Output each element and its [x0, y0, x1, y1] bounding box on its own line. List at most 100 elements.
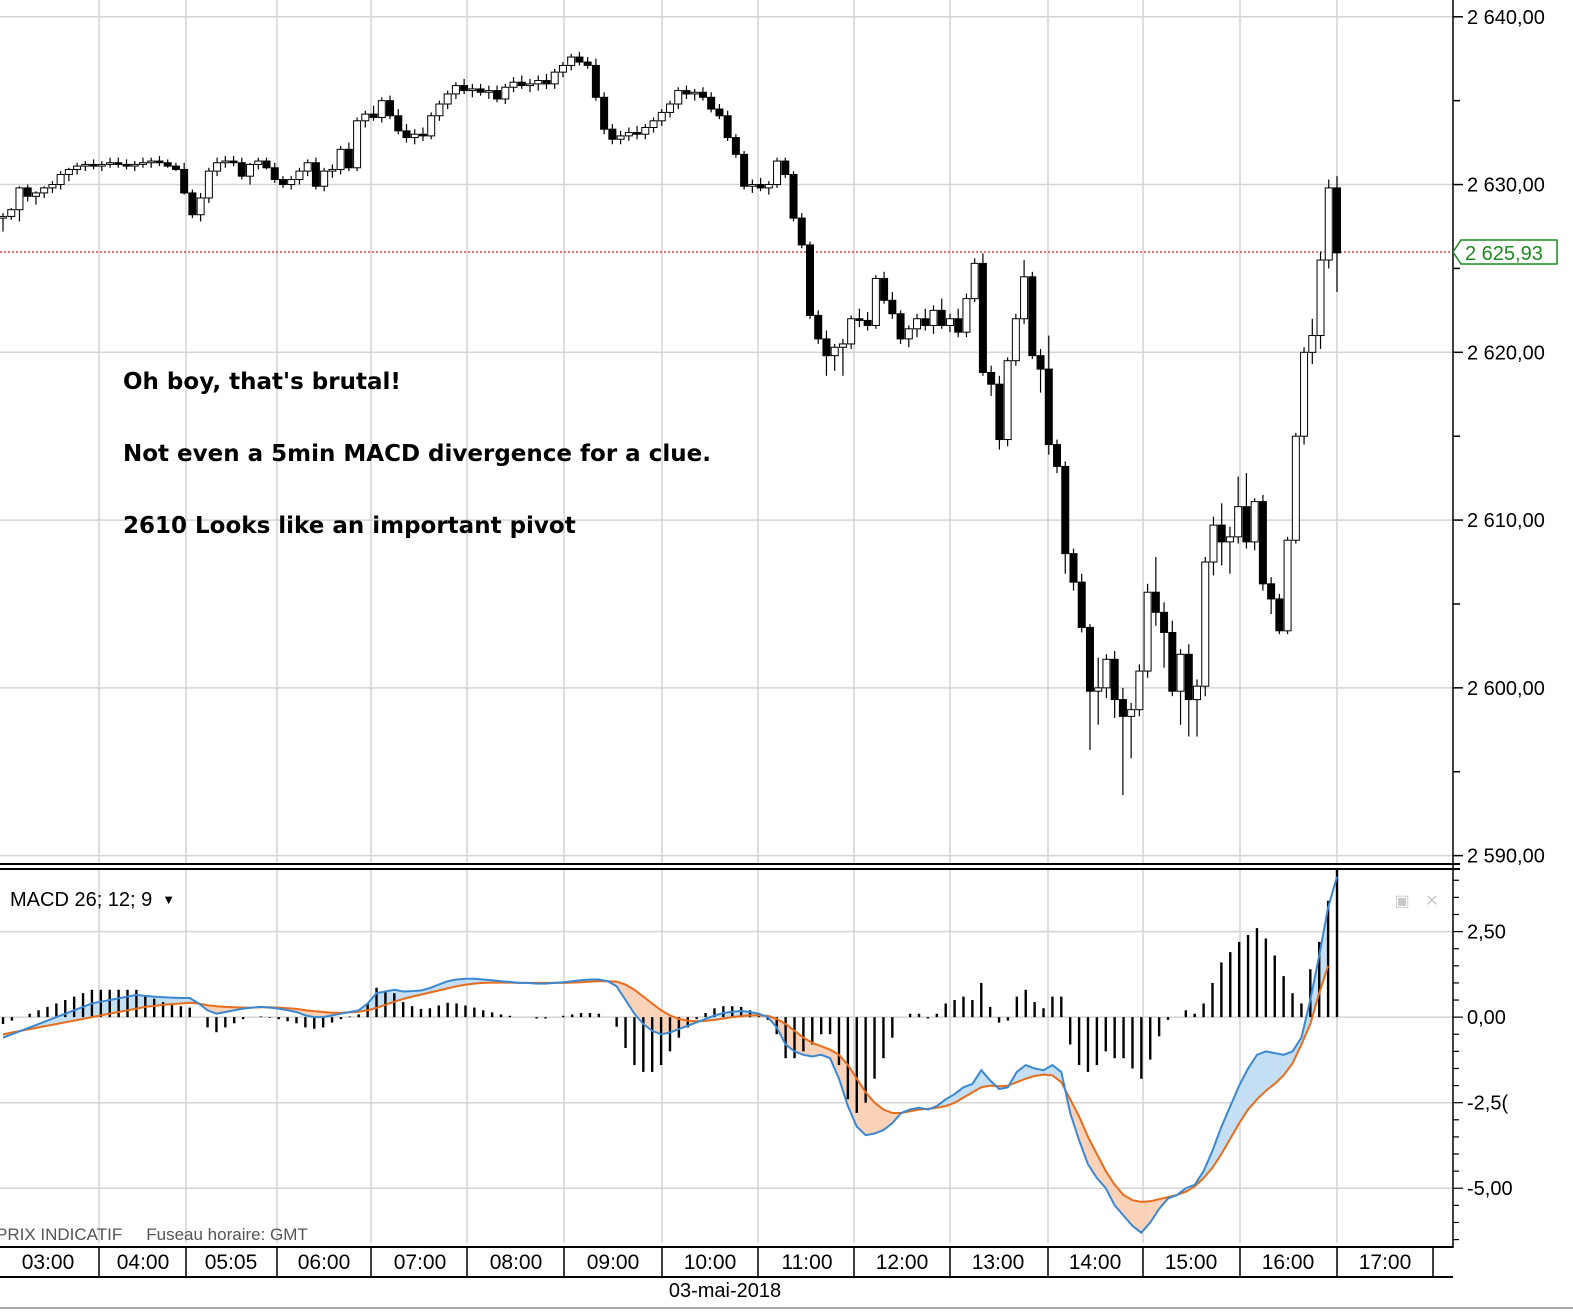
macd-line — [2, 876, 1338, 1235]
candle-body — [23, 187, 32, 197]
candle-body — [970, 262, 979, 300]
candle-body — [122, 163, 131, 167]
candle-body — [303, 162, 312, 172]
candle-body — [0, 215, 7, 219]
candle-body — [707, 96, 716, 110]
chart-canvas[interactable]: 2 590,00 2 600,00 2 610,00 2 620,00 2 630,00… — [0, 0, 1573, 1316]
candle-body — [740, 153, 749, 187]
candle-body — [254, 160, 263, 165]
candle-body — [460, 85, 469, 92]
candle-body — [781, 160, 790, 175]
candle-body — [246, 163, 255, 177]
candle-body — [410, 133, 419, 139]
candle-body — [1267, 583, 1276, 600]
maximize-icon[interactable]: ▣ — [1393, 893, 1411, 911]
annotation-line-3: 2610 Looks like an important pivot — [123, 513, 576, 539]
time-tick-label: 06:00 — [298, 1251, 351, 1274]
candle-body — [1160, 611, 1169, 633]
candle-body — [526, 83, 535, 87]
candle-body — [97, 163, 106, 167]
time-tick-label: 08:00 — [490, 1251, 543, 1274]
candle-body — [1135, 670, 1144, 711]
candle-body — [501, 86, 510, 100]
candle-body — [1143, 591, 1152, 672]
candle-body — [361, 113, 370, 122]
time-tick-label: 05:05 — [205, 1251, 258, 1274]
candle-body — [880, 277, 889, 301]
candle-body — [1217, 524, 1226, 543]
candle-body — [1085, 626, 1094, 692]
candle-body — [171, 165, 180, 170]
candle-body — [838, 343, 847, 348]
candle-body — [1118, 699, 1127, 717]
candle-body — [287, 179, 296, 186]
candle-body — [945, 318, 954, 326]
price-tick-label: 2 620,00 — [1467, 342, 1545, 364]
candle-body — [262, 160, 271, 169]
candle-body — [15, 187, 24, 211]
candle-body — [1193, 685, 1202, 701]
candle-body — [31, 192, 40, 197]
candle-body — [797, 217, 806, 246]
candle-body — [229, 160, 238, 164]
macd-indicator-title[interactable]: MACD 26; 12; 9 ▼ — [10, 889, 175, 912]
candle-body — [517, 81, 526, 87]
candle-body — [484, 90, 493, 93]
candle-body — [237, 162, 246, 177]
time-tick-label: 10:00 — [684, 1251, 737, 1274]
candlestick-series — [0, 52, 1341, 796]
candle-body — [608, 128, 617, 140]
candle-body — [575, 56, 584, 63]
candle-body — [493, 90, 502, 100]
candle-body — [106, 162, 115, 165]
time-tick-label: 03:00 — [22, 1251, 75, 1274]
candle-body — [805, 244, 814, 316]
candle-body — [633, 132, 642, 135]
candle-body — [48, 184, 57, 189]
time-tick-label: 17:00 — [1359, 1251, 1412, 1274]
candle-body — [558, 64, 567, 73]
candle-body — [995, 383, 1004, 441]
candle-body — [353, 120, 362, 169]
candle-body — [649, 120, 658, 129]
candle-body — [913, 318, 922, 330]
macd-signal-fill — [1079, 1116, 1088, 1165]
time-tick-label: 09:00 — [587, 1251, 640, 1274]
candle-body — [418, 133, 427, 137]
candle-body — [1333, 187, 1341, 254]
time-tick-label: 14:00 — [1069, 1251, 1122, 1274]
timezone-label: Fuseau horaire: GMT — [146, 1225, 308, 1244]
close-icon[interactable]: ✕ — [1423, 893, 1441, 911]
candle-body — [1020, 276, 1029, 320]
candle-body — [1044, 368, 1053, 446]
candle-body — [789, 173, 798, 219]
macd-title-text: MACD 26; 12; 9 — [10, 889, 153, 911]
time-tick-label: 12:00 — [876, 1251, 929, 1274]
candle-body — [40, 187, 49, 194]
time-tick-label: 13:00 — [972, 1251, 1025, 1274]
last-price-marker: 2 625,93 — [1452, 239, 1558, 265]
candle-body — [698, 91, 707, 98]
macd-tick-label: -2,5( — [1467, 1093, 1508, 1115]
caret-down-icon[interactable]: ▼ — [162, 892, 175, 907]
candle-body — [822, 338, 831, 357]
candle-body — [344, 148, 353, 169]
candle-body — [476, 88, 485, 93]
macd-tick-label: 0,00 — [1467, 1007, 1506, 1029]
time-tick-label: 07:00 — [394, 1251, 447, 1274]
candle-body — [550, 71, 559, 85]
candle-body — [1102, 658, 1111, 689]
candle-body — [188, 192, 197, 216]
candle-body — [748, 184, 757, 187]
candle-body — [1036, 355, 1045, 370]
candle-body — [641, 127, 650, 135]
candle-body — [1300, 351, 1309, 437]
candle-body — [1184, 653, 1193, 701]
last-price-label: 2 625,93 — [1465, 243, 1543, 265]
candle-body — [509, 81, 518, 88]
candle-body — [1011, 318, 1020, 362]
candle-body — [888, 299, 897, 315]
annotation-line-2: Not even a 5min MACD divergence for a cl… — [123, 441, 711, 467]
candle-body — [987, 371, 996, 385]
candle-body — [567, 56, 576, 66]
